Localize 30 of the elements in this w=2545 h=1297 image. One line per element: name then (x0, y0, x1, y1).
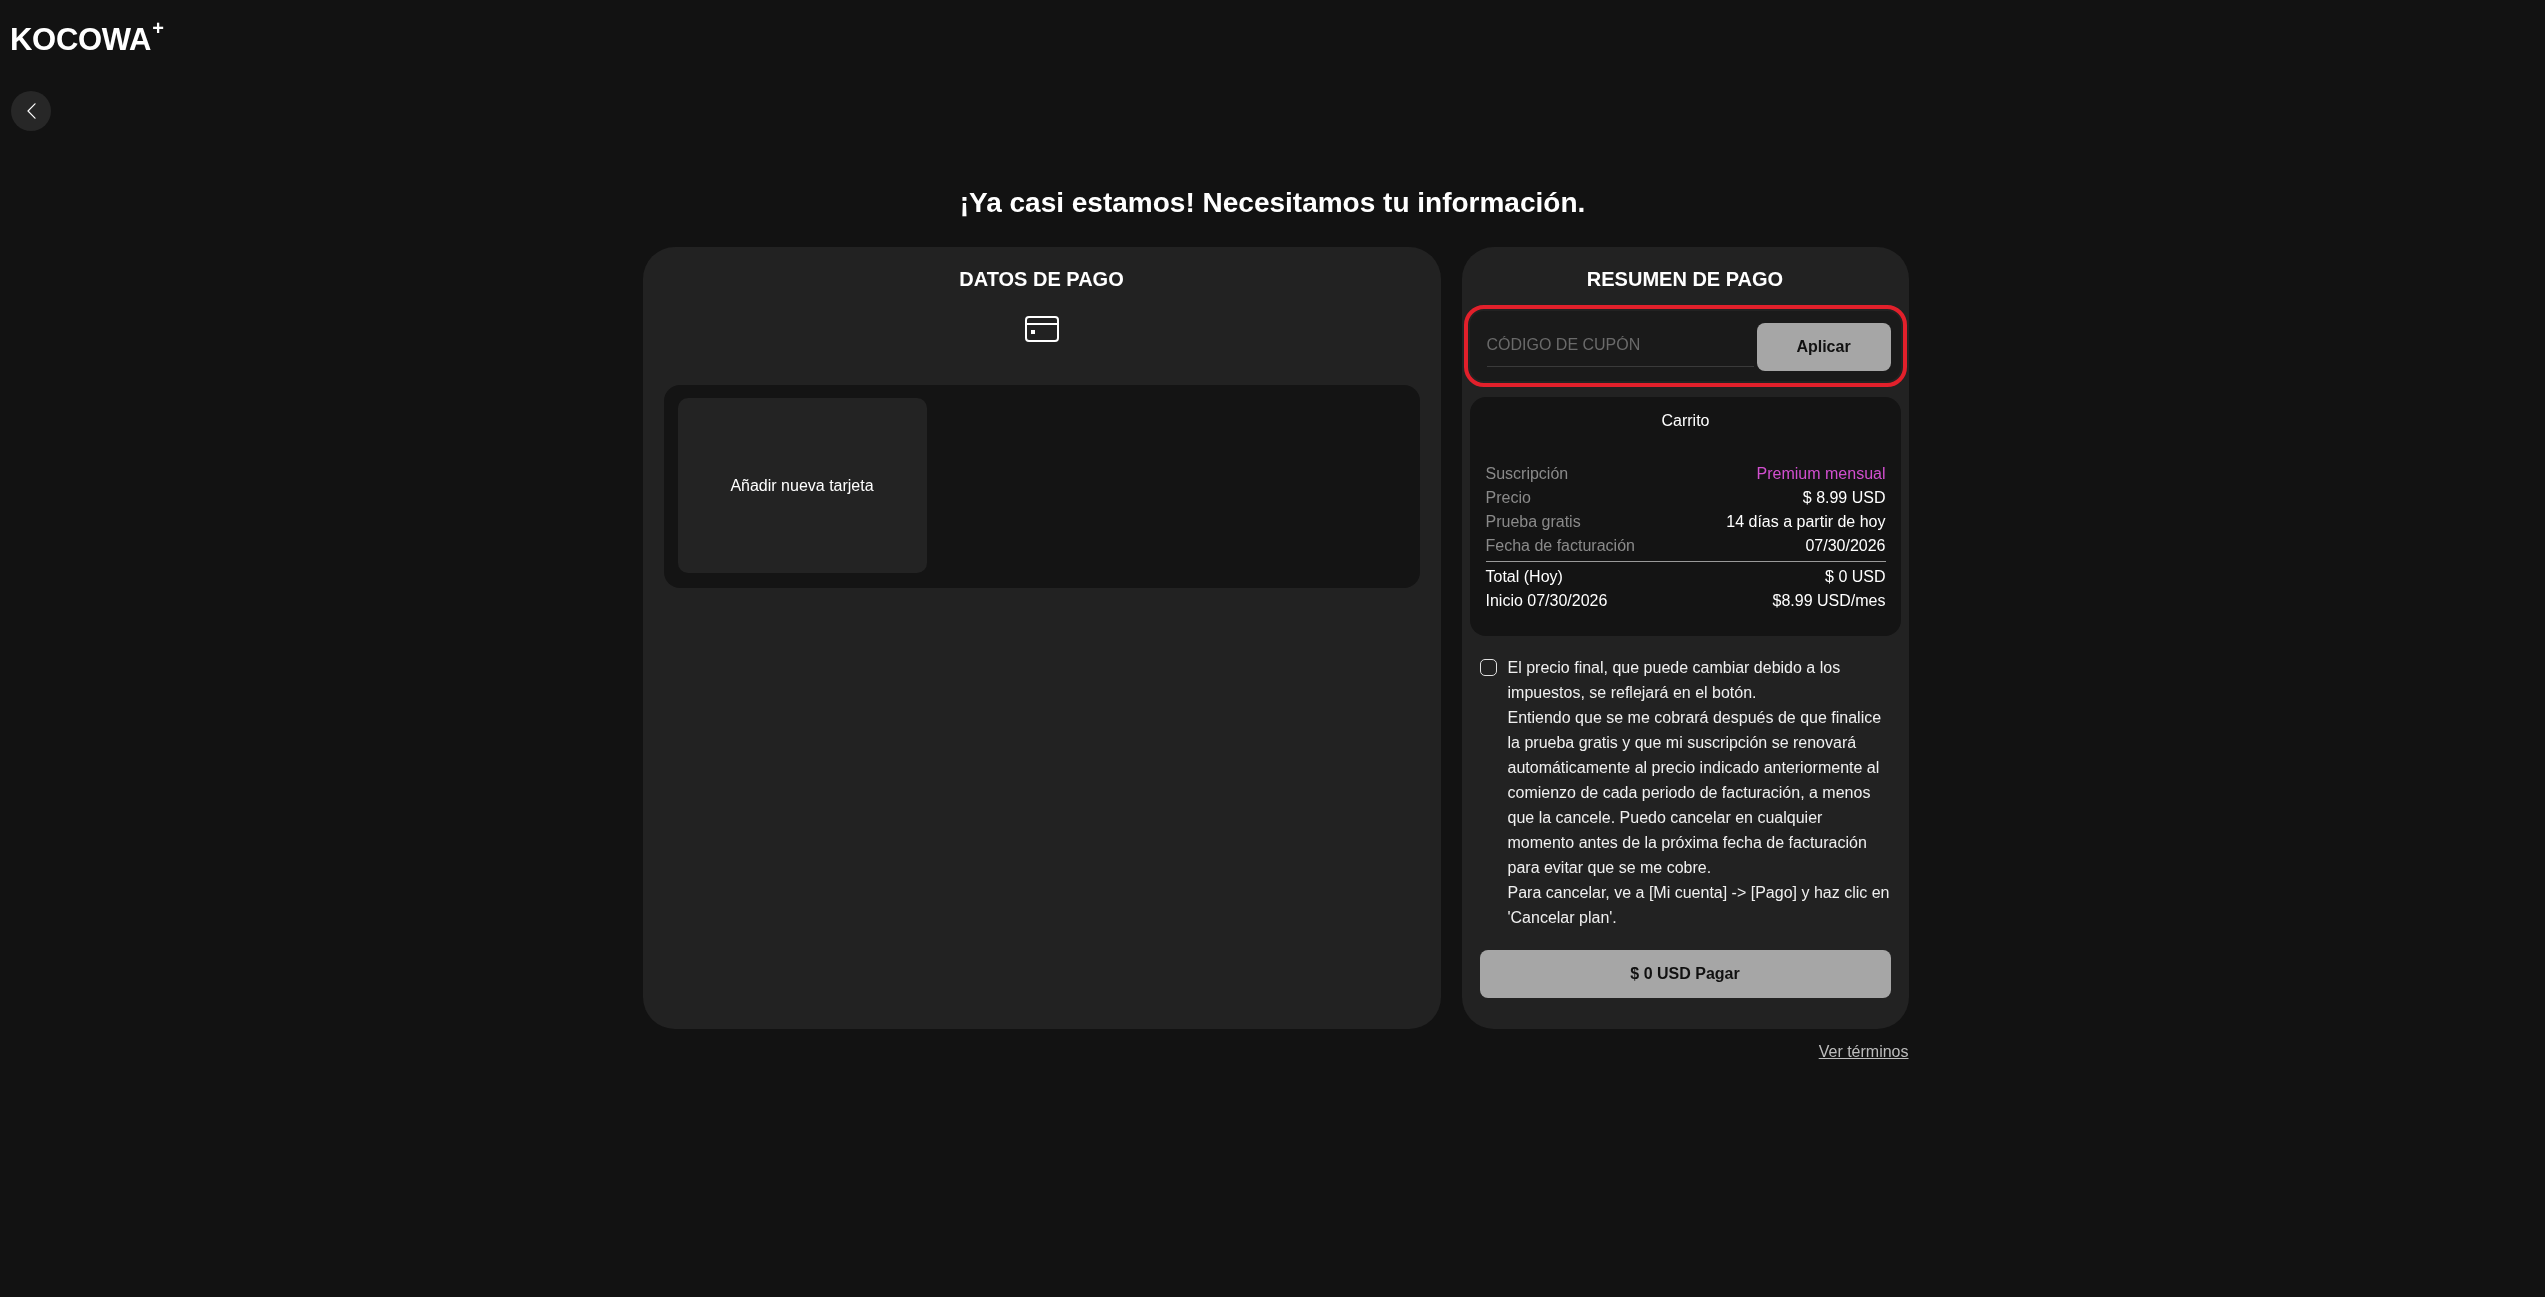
consent-checkbox[interactable] (1479, 659, 1497, 676)
page-heading: ¡Ya casi estamos! Necesitamos tu información. (959, 186, 1586, 220)
consent-text: Para cancelar, ve a [Mi cuenta] -> [Pago] y haz clic en 'Cancelar plan'. (1507, 883, 1891, 928)
panel-title: RESUMEN DE PAGO (1585, 267, 1785, 291)
row-value: 07/30/2026 (1805, 536, 1886, 556)
add-card-button[interactable]: Añadir nueva tarjeta (677, 398, 927, 573)
credit-card-icon (1024, 316, 1059, 342)
row-label: Prueba gratis (1485, 512, 1581, 532)
row-value: 14 días a partir de hoy (1726, 512, 1886, 532)
apply-button[interactable]: Aplicar (1756, 323, 1891, 371)
coupon-input[interactable]: CÓDIGO DE CUPÓN (1486, 334, 1754, 355)
cart-title: Carrito (1660, 412, 1711, 430)
total-value: $8.99 USD/mes (1772, 591, 1886, 611)
back-button[interactable] (11, 91, 51, 131)
row-label: Precio (1485, 488, 1531, 508)
row-value: Premium mensual (1756, 464, 1886, 484)
total-label: Total (Hoy) (1485, 567, 1563, 587)
consent-text: El precio final, que puede cambiar debido a los impuestos, se reflejará en el botón. (1507, 658, 1842, 703)
total-value: $ 0 USD (1825, 567, 1886, 587)
row-label: Fecha de facturación (1485, 536, 1635, 556)
panel-title: DATOS DE PAGO (959, 267, 1124, 291)
terms-link[interactable]: Ver términos (1818, 1043, 1909, 1061)
consent-text: Entiendo que se me cobrará después de que finalice la prueba gratis y que mi suscripción se renovará automáticamente al precio indicado anteriormente al comienzo de cada periodo de facturación, a menos que la cancele. Puedo cancelar en cualquier momento antes de la próxima fecha de facturación para evitar que se me cobre. (1507, 708, 1883, 878)
total-label: Inicio 07/30/2026 (1485, 591, 1608, 611)
row-label: Suscripción (1485, 464, 1569, 484)
pay-button[interactable]: $ 0 USD Pagar (1479, 950, 1891, 998)
logo[interactable]: KOCOWA$^{+}$ (10, 24, 164, 55)
coupon-field[interactable]: CÓDIGO DE CUPÓN (1486, 323, 1754, 367)
row-value: $ 8.99 USD (1802, 488, 1886, 508)
chevron-left-icon (26, 103, 36, 119)
